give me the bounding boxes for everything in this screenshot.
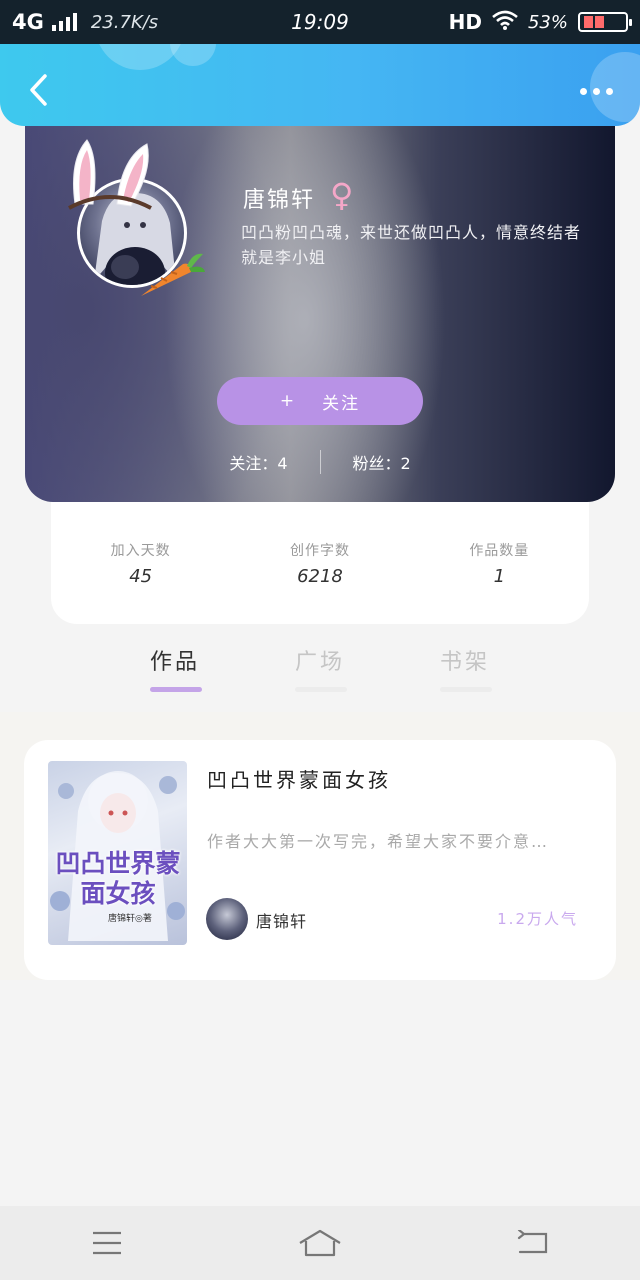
stat-value: 1 — [493, 566, 506, 587]
tab-bookshelf[interactable]: 书架 — [410, 644, 520, 696]
home-button[interactable] — [290, 1223, 350, 1263]
divider — [319, 450, 321, 474]
stat-word-count: 创作字数 6218 — [250, 540, 390, 624]
hd-indicator: HD — [448, 10, 482, 34]
stat-label: 创作字数 — [289, 543, 350, 559]
tab-underline — [295, 687, 347, 692]
book-popularity: 1.2万人气 — [497, 910, 578, 928]
tab-label: 书架 — [439, 650, 490, 675]
profile-bio: 凹凸粉凹凸魂，来世还做凹凸人，情意终结者就是李小姐 — [241, 223, 582, 267]
user-stats-panel: 加入天数 45 创作字数 6218 作品数量 1 — [51, 500, 589, 624]
profile-name: 唐锦轩 — [243, 188, 316, 213]
fans-count[interactable]: 粉丝：2 — [353, 450, 411, 474]
cover-author: 唐锦轩◎著 — [108, 914, 152, 924]
tab-works[interactable]: 作品 — [120, 644, 230, 696]
following-count[interactable]: 关注：4 — [229, 450, 287, 474]
profile-card: 唐锦轩 ♀ 凹凸粉凹凸魂，来世还做凹凸人，情意终结者就是李小姐 + 关注 关注：… — [25, 110, 615, 502]
stat-label: 作品数量 — [469, 543, 530, 559]
signal-icon — [51, 13, 77, 31]
carrot-icon — [141, 253, 205, 296]
network-type: 4G — [12, 10, 44, 34]
app-header: 4G 23.7K/s 19:09 HD 53% — [0, 0, 640, 126]
home-icon — [299, 1229, 341, 1257]
book-author: 唐锦轩 — [256, 912, 308, 931]
battery-icon — [578, 12, 632, 32]
follow-button-label: 关注 — [322, 393, 361, 414]
stat-join-days: 加入天数 45 — [71, 540, 211, 624]
wifi-icon — [492, 10, 518, 35]
stat-value: 6218 — [297, 566, 343, 587]
tab-underline — [440, 687, 492, 692]
stat-works-count: 作品数量 1 — [429, 540, 569, 624]
back-nav-button[interactable] — [503, 1223, 563, 1263]
menu-icon — [92, 1231, 121, 1255]
menu-button[interactable] — [77, 1223, 137, 1263]
book-description: 作者大大第一次写完，希望大家不要介意… — [207, 832, 550, 851]
follow-stats: 关注：4 粉丝：2 — [25, 450, 615, 474]
status-bar: 4G 23.7K/s 19:09 HD 53% — [0, 0, 640, 44]
stat-value: 45 — [129, 566, 153, 587]
bunny-ears-icon — [68, 139, 152, 210]
tab-square[interactable]: 广场 — [265, 644, 375, 696]
network-speed: 23.7K/s — [90, 11, 159, 33]
tab-underline — [150, 687, 202, 692]
stat-label: 加入天数 — [110, 543, 171, 559]
plus-icon: + — [279, 391, 297, 411]
female-icon: ♀ — [330, 176, 354, 214]
back-arrow-icon — [518, 1230, 548, 1254]
tab-label: 广场 — [294, 650, 345, 675]
system-nav-bar — [0, 1206, 640, 1280]
more-dots-icon — [579, 87, 587, 95]
more-dot — [592, 87, 600, 95]
back-button[interactable] — [20, 70, 56, 110]
follow-button[interactable]: + 关注 — [217, 377, 423, 425]
battery-percent: 53% — [527, 11, 568, 33]
book-card[interactable]: 凹凸世界蒙面女孩 唐锦轩◎著 凹凸世界蒙面女孩 作者大大第一次写完，希望大家不要… — [24, 740, 616, 980]
book-title[interactable]: 凹凸世界蒙面女孩 — [207, 764, 391, 793]
tab-label: 作品 — [149, 650, 200, 675]
chevron-left-icon — [30, 74, 47, 106]
cover-title: 凹凸世界蒙面女孩 — [55, 849, 181, 908]
book-cover[interactable]: 凹凸世界蒙面女孩 唐锦轩◎著 — [48, 761, 187, 945]
author-avatar — [206, 898, 248, 940]
profile-tabs: 作品 广场 书架 — [120, 644, 520, 696]
more-button[interactable] — [572, 76, 620, 106]
more-dot — [605, 87, 613, 95]
